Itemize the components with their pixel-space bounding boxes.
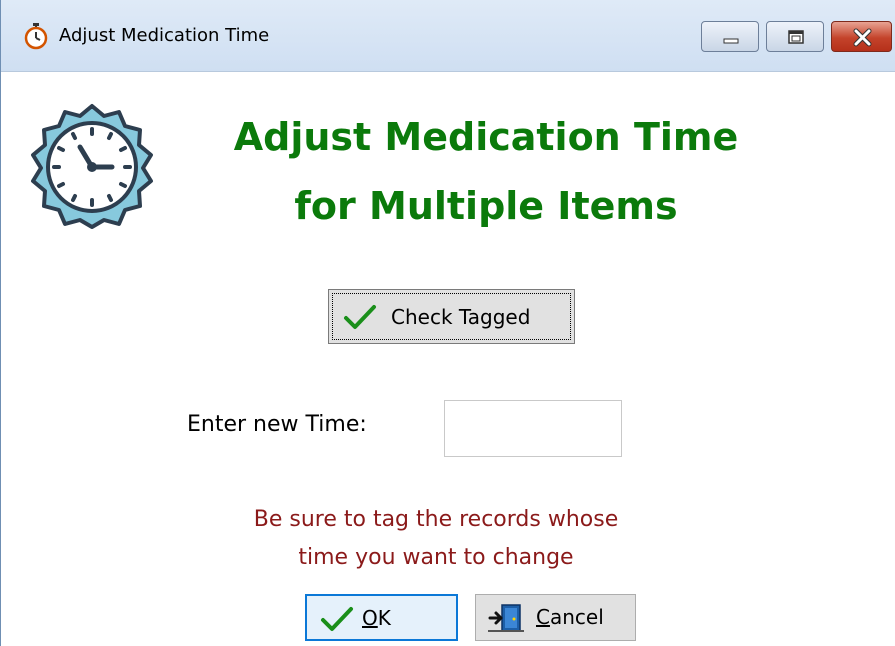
title-bar[interactable]: Adjust Medication Time [1,0,895,72]
warning-line-2: time you want to change [298,545,574,570]
exit-door-icon [488,603,526,638]
close-icon [853,28,872,47]
cancel-label-rest: ancel [549,605,604,629]
new-time-input[interactable] [444,400,622,457]
stopwatch-icon [23,22,49,50]
maximize-icon [788,30,804,44]
clock-icon [24,103,160,229]
cancel-button[interactable]: Cancel [475,594,636,641]
heading-line-1: Adjust Medication Time [233,115,739,159]
heading-line-2: for Multiple Items [294,184,678,228]
ok-label-rest: K [377,606,391,630]
minimize-icon [723,38,739,44]
check-tagged-label: Check Tagged [391,305,531,329]
checkmark-icon [343,304,377,335]
close-button[interactable] [831,21,892,52]
window-title: Adjust Medication Time [59,25,270,46]
cancel-label: Cancel [536,605,604,629]
ok-mnemonic: O [362,606,378,630]
maximize-button[interactable] [766,21,824,52]
minimize-button[interactable] [701,21,759,52]
time-field-label: Enter new Time: [187,412,367,437]
warning-line-1: Be sure to tag the records whose [253,507,619,532]
check-tagged-button[interactable]: Check Tagged [328,289,575,344]
cancel-mnemonic: C [536,605,550,629]
dialog-window: Adjust Medication Time Adjust Medication… [0,0,895,646]
ok-label: OK [362,606,391,630]
checkmark-icon [320,606,354,637]
ok-button[interactable]: OK [305,594,458,641]
